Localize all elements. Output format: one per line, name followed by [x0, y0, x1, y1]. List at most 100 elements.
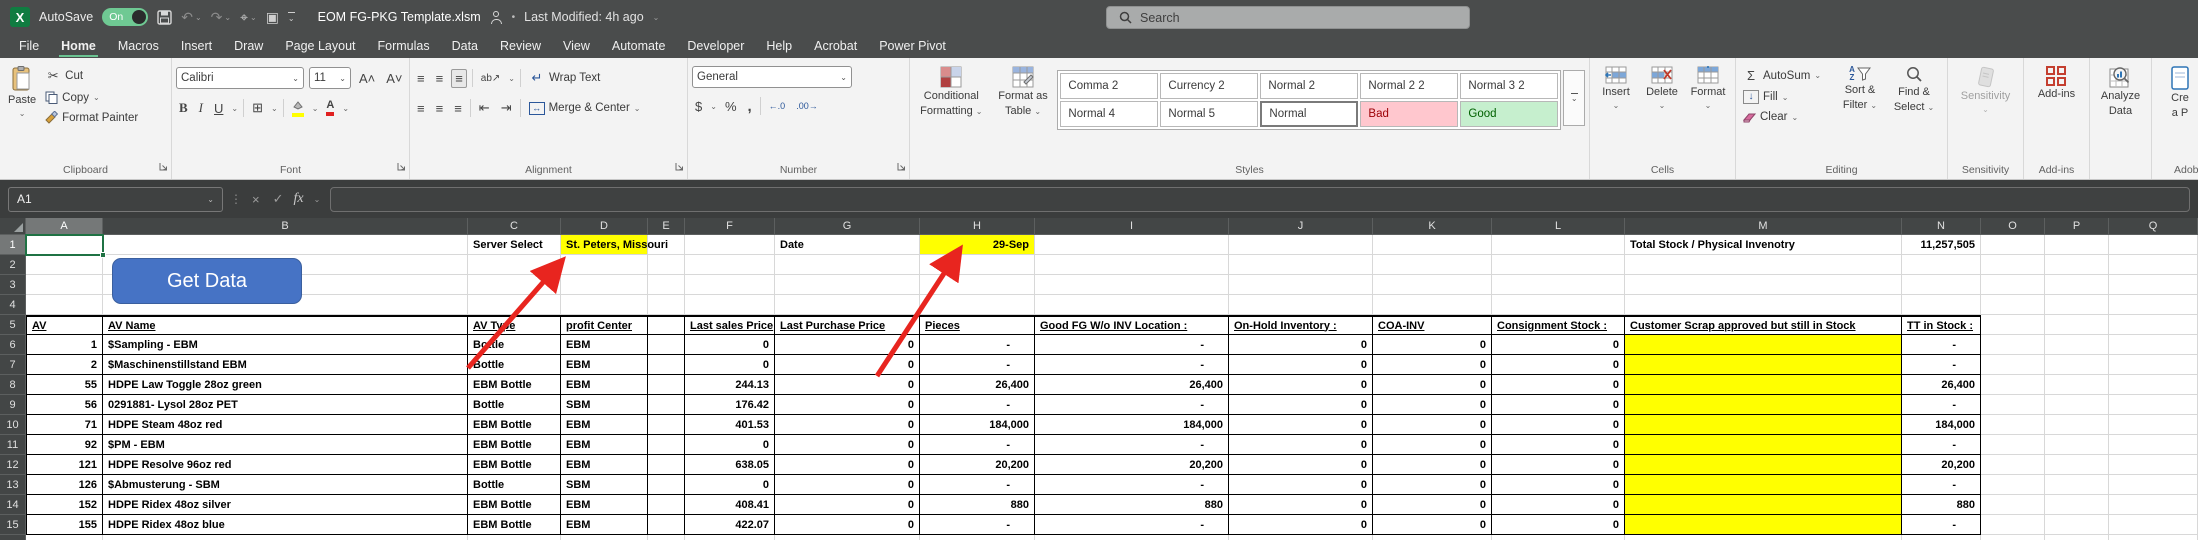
- cell-N1[interactable]: 11,257,505: [1902, 235, 1981, 255]
- cell-style-normal-4[interactable]: Normal 4: [1060, 101, 1158, 127]
- row-header-6[interactable]: 6: [0, 335, 26, 355]
- cell-M14[interactable]: [1625, 495, 1902, 515]
- cell-J16[interactable]: [1229, 535, 1373, 540]
- cell-A16[interactable]: [26, 535, 103, 540]
- menu-tab-automate[interactable]: Automate: [601, 34, 677, 58]
- cell-D5[interactable]: profit Center: [561, 315, 648, 335]
- cell-E13[interactable]: [648, 475, 685, 495]
- cell-L3[interactable]: [1492, 275, 1625, 295]
- align-bottom-button[interactable]: ≡: [451, 69, 467, 88]
- cell-D8[interactable]: EBM: [561, 375, 648, 395]
- cell-P4[interactable]: [2045, 295, 2109, 315]
- menu-tab-draw[interactable]: Draw: [223, 34, 274, 58]
- cell-G10[interactable]: 0: [775, 415, 920, 435]
- cell-Q14[interactable]: [2109, 495, 2198, 515]
- cell-K1[interactable]: [1373, 235, 1492, 255]
- cell-I14[interactable]: 880: [1035, 495, 1229, 515]
- redo-icon[interactable]: ↷⌄: [211, 9, 231, 26]
- cell-M10[interactable]: [1625, 415, 1902, 435]
- cell-I4[interactable]: [1035, 295, 1229, 315]
- paste-button[interactable]: Paste⌄: [4, 64, 40, 156]
- cell-K8[interactable]: 0: [1373, 375, 1492, 395]
- get-data-button[interactable]: Get Data: [112, 258, 302, 304]
- cell-E3[interactable]: [648, 275, 685, 295]
- alignment-dialog-launcher[interactable]: [675, 158, 684, 176]
- cell-style-normal-2[interactable]: Normal 2: [1260, 73, 1358, 99]
- cell-K15[interactable]: 0: [1373, 515, 1492, 535]
- increase-font-size-button[interactable]: A˄: [356, 70, 378, 87]
- cell-K6[interactable]: 0: [1373, 335, 1492, 355]
- row-header-7[interactable]: 7: [0, 355, 26, 375]
- cell-F13[interactable]: 0: [685, 475, 775, 495]
- cell-N9[interactable]: -: [1902, 395, 1981, 415]
- cell-A15[interactable]: 155: [26, 515, 103, 535]
- cell-A8[interactable]: 55: [26, 375, 103, 395]
- cell-Q11[interactable]: [2109, 435, 2198, 455]
- cell-B6[interactable]: $Sampling - EBM: [103, 335, 468, 355]
- cell-G16[interactable]: [775, 535, 920, 540]
- cell-P16[interactable]: [2045, 535, 2109, 540]
- cell-Q15[interactable]: [2109, 515, 2198, 535]
- cell-I8[interactable]: 26,400: [1035, 375, 1229, 395]
- cell-H9[interactable]: -: [920, 395, 1035, 415]
- cell-D14[interactable]: EBM: [561, 495, 648, 515]
- cell-O1[interactable]: [1981, 235, 2045, 255]
- cell-Q5[interactable]: [2109, 315, 2198, 335]
- cell-J5[interactable]: On-Hold Inventory :: [1229, 315, 1373, 335]
- column-header-H[interactable]: H: [920, 218, 1035, 235]
- row-header-3[interactable]: 3: [0, 275, 26, 295]
- cell-N4[interactable]: [1902, 295, 1981, 315]
- column-header-A[interactable]: A: [26, 218, 103, 235]
- cell-F4[interactable]: [685, 295, 775, 315]
- fill-handle[interactable]: [100, 252, 106, 258]
- cell-C2[interactable]: [468, 255, 561, 275]
- column-header-I[interactable]: I: [1035, 218, 1229, 235]
- cell-B15[interactable]: HDPE Ridex 48oz blue: [103, 515, 468, 535]
- cell-M3[interactable]: [1625, 275, 1902, 295]
- column-header-B[interactable]: B: [103, 218, 468, 235]
- cell-C15[interactable]: EBM Bottle: [468, 515, 561, 535]
- cell-D16[interactable]: [561, 535, 648, 540]
- cell-K7[interactable]: 0: [1373, 355, 1492, 375]
- cell-G2[interactable]: [775, 255, 920, 275]
- cell-M8[interactable]: [1625, 375, 1902, 395]
- cell-F12[interactable]: 638.05: [685, 455, 775, 475]
- excel-logo-icon[interactable]: X: [10, 7, 30, 27]
- borders-button[interactable]: ⊞: [249, 99, 266, 117]
- cell-Q13[interactable]: [2109, 475, 2198, 495]
- styles-gallery-more-button[interactable]: ⌄: [1563, 70, 1585, 126]
- row-header-1[interactable]: 1: [0, 235, 26, 255]
- cell-K11[interactable]: 0: [1373, 435, 1492, 455]
- cell-K12[interactable]: 0: [1373, 455, 1492, 475]
- menu-tab-insert[interactable]: Insert: [170, 34, 223, 58]
- cell-A3[interactable]: [26, 275, 103, 295]
- cell-D4[interactable]: [561, 295, 648, 315]
- cell-L11[interactable]: 0: [1492, 435, 1625, 455]
- cell-I10[interactable]: 184,000: [1035, 415, 1229, 435]
- cell-E11[interactable]: [648, 435, 685, 455]
- row-header-16[interactable]: [0, 535, 26, 540]
- cell-N7[interactable]: -: [1902, 355, 1981, 375]
- cell-L10[interactable]: 0: [1492, 415, 1625, 435]
- cell-H4[interactable]: [920, 295, 1035, 315]
- cell-J6[interactable]: 0: [1229, 335, 1373, 355]
- cell-F5[interactable]: Last sales Price: [685, 315, 775, 335]
- autosave-toggle[interactable]: On: [102, 8, 148, 26]
- cell-P9[interactable]: [2045, 395, 2109, 415]
- cell-F3[interactable]: [685, 275, 775, 295]
- cell-C4[interactable]: [468, 295, 561, 315]
- copy-button[interactable]: Copy⌄: [42, 89, 141, 106]
- cell-A6[interactable]: 1: [26, 335, 103, 355]
- menu-tab-review[interactable]: Review: [489, 34, 552, 58]
- cell-K10[interactable]: 0: [1373, 415, 1492, 435]
- cell-D15[interactable]: EBM: [561, 515, 648, 535]
- cell-H12[interactable]: 20,200: [920, 455, 1035, 475]
- cell-L9[interactable]: 0: [1492, 395, 1625, 415]
- cell-L4[interactable]: [1492, 295, 1625, 315]
- cell-G3[interactable]: [775, 275, 920, 295]
- number-format-select[interactable]: General⌄: [692, 66, 852, 88]
- row-header-15[interactable]: 15: [0, 515, 26, 535]
- cell-I3[interactable]: [1035, 275, 1229, 295]
- cell-L15[interactable]: 0: [1492, 515, 1625, 535]
- cell-L1[interactable]: [1492, 235, 1625, 255]
